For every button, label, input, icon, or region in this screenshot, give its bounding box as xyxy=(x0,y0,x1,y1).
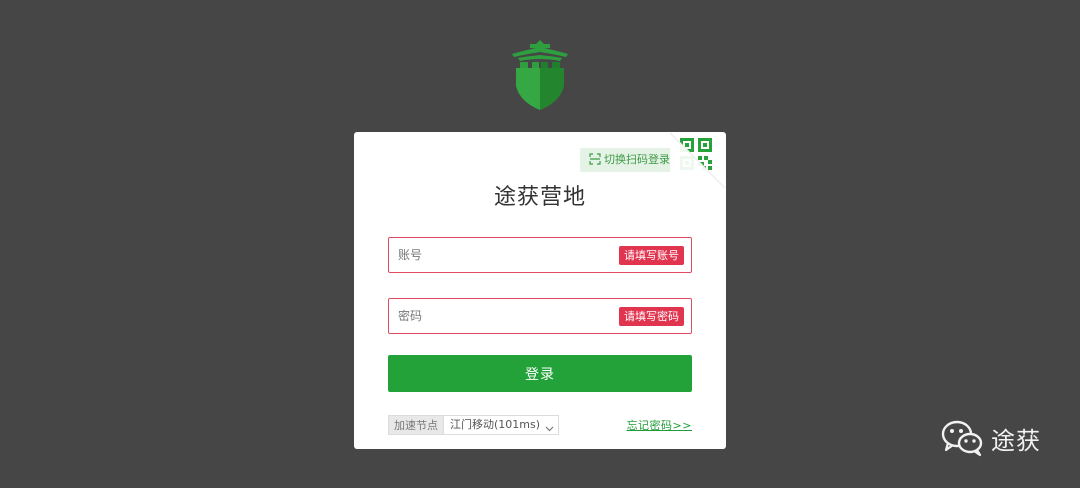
password-input[interactable] xyxy=(389,299,618,333)
account-field: 请填写账号 xyxy=(388,237,692,273)
qr-login-hint-label: 切换扫码登录 xyxy=(604,153,670,166)
login-button[interactable]: 登录 xyxy=(388,355,692,392)
accelerate-node-selector: 加速节点 江门移动(101ms) xyxy=(388,415,560,435)
wechat-watermark: 途获 xyxy=(941,418,1041,458)
chevron-down-icon xyxy=(545,421,554,431)
login-card: 切换扫码登录 途获营地 请填写账号 xyxy=(354,132,726,449)
watermark-text: 途获 xyxy=(991,426,1041,455)
account-error-badge: 请填写账号 xyxy=(619,246,684,265)
account-input[interactable] xyxy=(389,238,618,272)
password-field: 请填写密码 xyxy=(388,298,692,334)
fortress-shield-icon xyxy=(512,40,568,110)
qr-login-hint[interactable]: 切换扫码登录 xyxy=(580,148,679,172)
password-error-badge: 请填写密码 xyxy=(619,307,684,326)
wechat-icon xyxy=(941,420,983,457)
brand-logo xyxy=(506,38,574,112)
scan-icon xyxy=(589,150,601,165)
page-title: 途获营地 xyxy=(493,185,586,210)
node-select-value: 江门移动(101ms) xyxy=(450,418,541,431)
node-select[interactable]: 江门移动(101ms) xyxy=(443,415,560,435)
node-label: 加速节点 xyxy=(388,415,443,435)
forgot-password-link[interactable]: 忘记密码>> xyxy=(627,417,692,433)
